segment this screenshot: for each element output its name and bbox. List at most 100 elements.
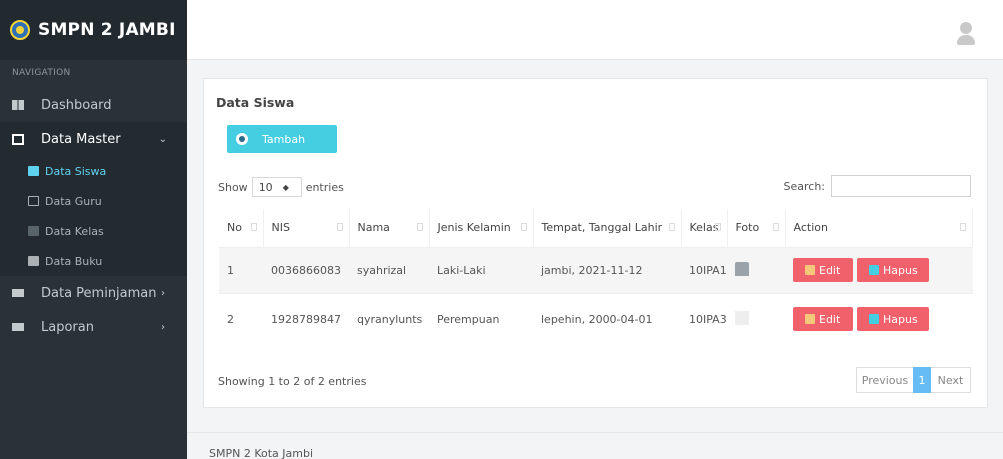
sort-icon (714, 223, 721, 231)
search-label: Search: (783, 179, 826, 193)
sidebar-item-label: Data Guru (45, 194, 102, 208)
next-page-button[interactable]: Next (931, 367, 971, 393)
sidebar-item-dashboard[interactable]: Dashboard (0, 88, 187, 122)
cell-nis: 1928789847 (263, 292, 349, 345)
edit-label: Edit (819, 263, 841, 277)
column-header-jenis-kelamin[interactable]: Jenis Kelamin (429, 209, 534, 247)
header-label: Action (793, 221, 828, 235)
previous-page-button[interactable]: Previous (856, 367, 913, 393)
sidebar-item-data-master[interactable]: Data Master ⌄ (0, 122, 187, 156)
sort-icon (772, 223, 779, 231)
edit-label: Edit (819, 312, 841, 326)
topbar (187, 0, 1003, 60)
entries-select-value: 10 (258, 180, 273, 194)
cell-nama: syahrizal (349, 246, 429, 293)
select-arrows-icon: ◆ (282, 182, 289, 192)
table-icon (12, 133, 24, 145)
edit-button[interactable]: Edit (793, 258, 853, 282)
chevron-right-icon: › (161, 287, 165, 299)
cell-nis: 0036866083 (263, 246, 349, 293)
sidebar-item-label: Data Buku (45, 254, 103, 268)
borrow-icon (12, 289, 24, 297)
delete-button[interactable]: Hapus (857, 258, 929, 282)
cell-ttl: jambi, 2021-11-12 (533, 246, 681, 293)
header-label: NIS (271, 221, 290, 235)
students-table: No NIS Nama Jenis Kelamin Tempat, Tangga… (219, 209, 973, 345)
cell-action: Edit Hapus (785, 246, 973, 293)
header-label: Tempat, Tanggal Lahir (541, 221, 663, 235)
column-header-nis[interactable]: NIS (263, 209, 350, 247)
edit-button[interactable]: Edit (793, 307, 853, 332)
search-input[interactable] (831, 175, 971, 197)
delete-label: Hapus (883, 312, 918, 326)
sidebar-item-laporan[interactable]: Laporan › (0, 310, 187, 344)
table-row: 1 0036866083 syahrizal Laki-Laki jambi, … (219, 246, 973, 293)
edit-icon (805, 265, 815, 275)
add-button-label: Tambah (262, 132, 306, 146)
entries-select[interactable]: 10 ◆ (251, 177, 302, 197)
sidebar-item-data-peminjaman[interactable]: Data Peminjaman › (0, 276, 187, 310)
student-photo-thumbnail[interactable] (735, 310, 749, 325)
trash-icon (869, 265, 879, 275)
add-button[interactable]: Tambah (227, 125, 337, 153)
cell-kelas: 10IPA1 (681, 246, 727, 293)
cell-ttl: lepehin, 2000-04-01 (533, 292, 681, 345)
sort-icon (960, 223, 966, 231)
report-icon (12, 323, 24, 331)
sort-icon (250, 223, 257, 231)
delete-button[interactable]: Hapus (857, 307, 929, 332)
trash-icon (869, 314, 879, 325)
pagination: Previous 1 Next (856, 367, 971, 393)
sidebar-item-label: Data Peminjaman (41, 285, 157, 301)
cell-jenis-kelamin: Laki-Laki (429, 246, 533, 293)
sidebar-item-label: Data Kelas (45, 224, 104, 238)
page-button-current[interactable]: 1 (913, 367, 931, 393)
header-label: Nama (357, 221, 390, 235)
student-icon (28, 166, 39, 176)
cell-nama: qyranylunts (349, 292, 429, 345)
search-control: Search: (783, 175, 971, 197)
column-header-action[interactable]: Action (785, 209, 973, 247)
sidebar-item-label: Laporan (41, 319, 94, 335)
header-label: Jenis Kelamin (437, 221, 511, 235)
column-header-foto[interactable]: Foto (727, 209, 786, 247)
sort-icon (336, 223, 343, 231)
sort-icon (416, 223, 423, 231)
brand[interactable]: SMPN 2 JAMBI (0, 0, 187, 60)
student-photo-thumbnail[interactable] (735, 261, 749, 276)
entries-label: entries (305, 180, 344, 194)
school-logo-icon (10, 20, 30, 40)
cell-foto (727, 292, 785, 345)
sidebar: SMPN 2 JAMBI NAVIGATION Dashboard Data M… (0, 0, 187, 459)
dashboard-icon (12, 100, 24, 110)
sort-icon (520, 223, 527, 231)
sidebar-item-label: Data Siswa (45, 164, 107, 178)
user-avatar-icon[interactable] (957, 22, 975, 46)
column-header-kelas[interactable]: Kelas (681, 209, 728, 247)
teacher-icon (28, 196, 39, 206)
sidebar-item-data-kelas[interactable]: Data Kelas (0, 216, 187, 246)
header-label: No (227, 221, 242, 235)
column-header-no[interactable]: No (219, 209, 264, 247)
sidebar-item-data-siswa[interactable]: Data Siswa (0, 156, 187, 186)
table-row: 2 1928789847 qyranylunts Perempuan lepeh… (219, 292, 973, 345)
submenu-data-master: Data Siswa Data Guru Data Kelas Data Buk… (0, 156, 187, 276)
plus-circle-icon (236, 133, 248, 145)
column-header-nama[interactable]: Nama (349, 209, 430, 247)
column-header-ttl[interactable]: Tempat, Tanggal Lahir (533, 209, 682, 247)
data-siswa-panel: Data Siswa Tambah Show 10 ◆ entries Sear… (203, 78, 988, 408)
table-info: Showing 1 to 2 of 2 entries (218, 375, 367, 388)
cell-foto (727, 246, 785, 293)
sidebar-item-label: Data Master (41, 131, 121, 147)
sidebar-item-data-buku[interactable]: Data Buku (0, 246, 187, 276)
show-label: Show (218, 180, 248, 194)
cell-kelas: 10IPA3 (681, 292, 727, 345)
entries-length-control: Show 10 ◆ entries (218, 177, 344, 197)
footer-text: SMPN 2 Kota Jambi (209, 447, 314, 459)
sidebar-item-data-guru[interactable]: Data Guru (0, 186, 187, 216)
chevron-right-icon: › (161, 321, 165, 333)
cell-action: Edit Hapus (785, 292, 973, 345)
page-title: Data Siswa (216, 95, 295, 110)
delete-label: Hapus (883, 263, 918, 277)
edit-icon (805, 314, 815, 325)
